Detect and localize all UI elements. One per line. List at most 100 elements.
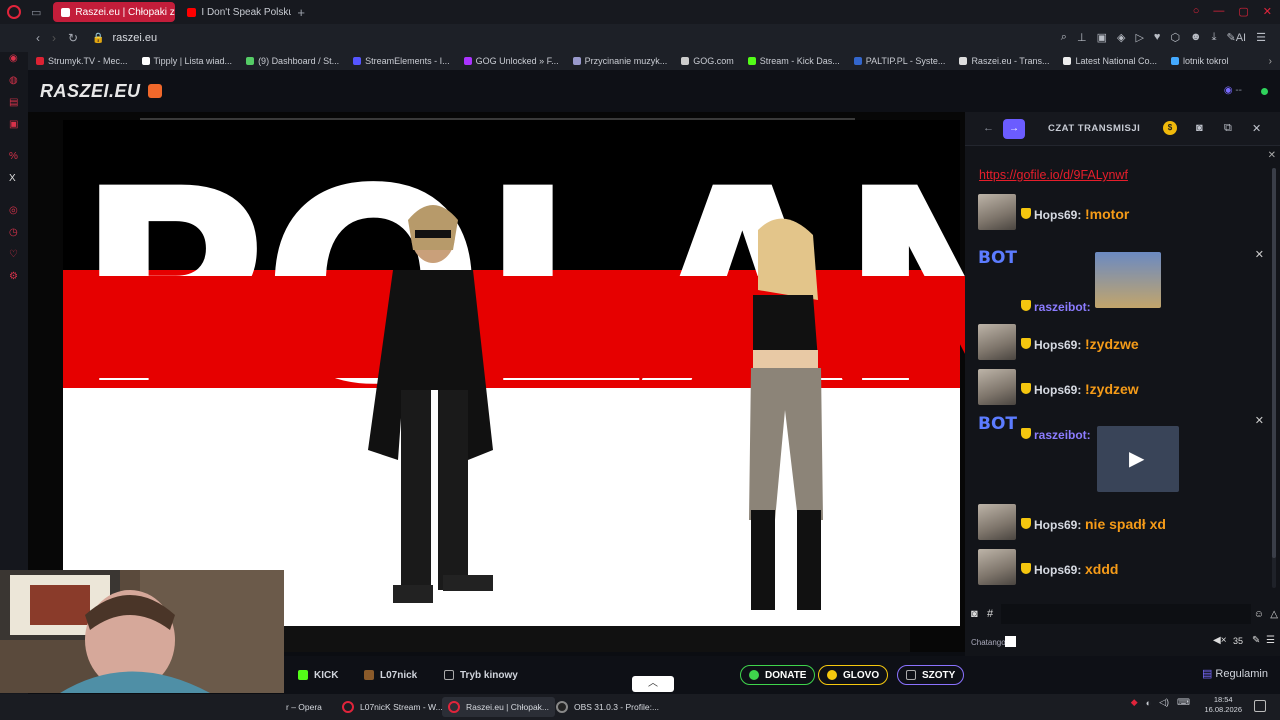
szoty-button[interactable]: SZOTY [897,665,965,685]
bookmark-icon[interactable]: ♡ [9,250,19,260]
tab-raszei[interactable]: Raszei.eu | Chłopaki z [53,2,176,22]
close-icon[interactable]: ✕ [1263,5,1272,18]
forward-icon[interactable]: › [52,31,56,45]
site-logo[interactable]: RASZEI.EU [40,81,141,102]
cinema-mode-button[interactable]: Tryb kinowy [436,665,526,685]
bookmark-item[interactable]: StreamElements - I... [353,56,450,66]
bookmark-item[interactable]: GOG Unlocked » F... [463,56,559,66]
bookmark-item[interactable]: Przycinanie muzyk... [572,56,668,66]
user-button[interactable]: L07nick [356,665,425,685]
taskbar-item-stream[interactable]: L07nicK Stream - W... [336,697,449,717]
chat-scrollbar[interactable] [1272,168,1276,588]
chat-back-icon[interactable]: ← [983,122,994,134]
ai-icon[interactable]: ✎AI [1227,31,1247,44]
chat-username[interactable]: Hops69: [1034,383,1081,397]
url-field[interactable]: raszei.eu [113,32,158,44]
search-icon[interactable]: ○ [1193,5,1200,18]
message-close-icon[interactable]: ✕ [1255,414,1264,427]
extensions-icon[interactable]: ⬡ [1170,31,1180,44]
network-icon[interactable]: ◐ [1146,698,1151,708]
bookmark-item[interactable]: Raszei.eu - Trans... [959,56,1049,66]
discord-icon[interactable]: ◙ [1196,122,1203,134]
notification-icon[interactable] [1254,700,1266,712]
bookmark-item[interactable]: (9) Dashboard / St... [246,56,339,66]
glovo-button[interactable]: GLOVO [818,665,889,685]
snapshot-icon[interactable]: ▣ [1097,31,1107,44]
tray-app-icon[interactable]: ◆ [1131,697,1138,708]
gift-icon[interactable] [148,84,162,98]
chat-input[interactable] [1001,604,1251,624]
message-close-icon[interactable]: ✕ [1255,248,1264,261]
new-tab-button[interactable]: + [297,5,305,20]
chat-username[interactable]: Hops69: [1034,518,1081,532]
messenger-icon[interactable]: ◉ [9,54,19,64]
menu-icon[interactable]: ☰ [1256,31,1266,44]
taskbar-item-raszei[interactable]: Raszei.eu | Chłopak... [442,697,555,717]
chat-username[interactable]: Hops69: [1034,563,1081,577]
play-icon[interactable]: ▷ [1135,31,1143,44]
chat-close-icon[interactable]: ✕ [1252,122,1261,135]
system-clock[interactable]: 18:54 16.08.2026 [1204,695,1242,715]
x-twitter-icon[interactable]: X [9,174,19,184]
chat-username[interactable]: raszeibot: [1034,428,1091,442]
profile-icon[interactable]: ☻ [1190,31,1202,44]
regulamin-icon: ▤ [1201,668,1213,680]
bookmark-item[interactable]: Latest National Co... [1063,56,1157,66]
keyboard-icon[interactable]: ⌨ [1177,697,1190,708]
whatsapp-icon[interactable]: ▤ [9,98,19,108]
mute-icon[interactable]: ◀× [1213,635,1227,646]
pin-icon[interactable]: ✎ [1252,635,1260,646]
chat-username[interactable]: Hops69: [1034,208,1081,222]
bookmark-item[interactable]: PALTIP.PL - Syste... [853,56,945,66]
expand-chevron-icon[interactable]: ︿ [632,676,674,692]
percent-icon[interactable]: % [9,152,19,162]
bookmark-item[interactable]: GOG.com [681,56,734,66]
reload-icon[interactable]: ↻ [68,31,78,45]
send-icon[interactable]: △ [1270,609,1278,620]
hashtag-icon[interactable]: # [987,608,993,620]
tab-youtube[interactable]: I Don't Speak Polsku - [179,2,291,22]
bookmark-item[interactable]: Strumyk.TV - Mec... [36,56,128,66]
player-icon[interactable]: ◎ [9,206,19,216]
tab-menu-icon[interactable]: ▭ [31,6,41,19]
heart-icon[interactable]: ♥ [1154,31,1161,44]
bookmark-item[interactable]: Tipply | Lista wiad... [141,56,232,66]
chat-username[interactable]: raszeibot: [1034,300,1091,314]
chat-scroll-thumb[interactable] [1272,168,1276,558]
bot-video-thumbnail[interactable]: ▶ [1097,426,1179,492]
maximize-icon[interactable]: ▢ [1238,5,1248,18]
dancer-right [749,218,823,610]
opera-logo-icon[interactable] [7,5,21,19]
donate-button[interactable]: DONATE [740,665,816,685]
menu-icon[interactable]: ☰ [1266,635,1275,646]
chat-link[interactable]: https://gofile.io/d/9FALynwf [979,168,1128,182]
bookmark-item[interactable]: lotnik tokrol [1171,56,1229,66]
bot-image-thumbnail[interactable] [1095,252,1161,308]
bookmarks-more-icon[interactable]: › [1269,56,1272,67]
chat-toggle[interactable] [1005,636,1016,647]
viewer-count-value: -- [1235,85,1242,96]
history-icon[interactable]: ◷ [9,228,19,238]
download-icon[interactable]: ⤓ [1212,31,1217,44]
chat-forward-button[interactable]: → [1003,119,1025,139]
pin-icon[interactable]: ⊥ [1077,31,1087,44]
minimize-icon[interactable]: — [1213,5,1224,18]
account-icon[interactable]: ◍ [9,76,19,86]
taskbar-item-obs[interactable]: OBS 31.0.3 - Profile:... [550,697,665,717]
emoji-icon[interactable]: ☺ [1254,609,1264,620]
coin-icon[interactable]: $ [1163,121,1177,135]
instagram-icon[interactable]: ▣ [9,120,19,130]
back-icon[interactable]: ‹ [36,31,40,45]
taskbar-item-opera[interactable]: r – Opera [280,697,328,717]
regulamin-link[interactable]: ▤ Regulamin [1202,667,1268,680]
shield-icon[interactable]: ◈ [1117,31,1125,44]
chat-username[interactable]: Hops69: [1034,338,1081,352]
kick-button[interactable]: KICK [290,665,346,685]
popout-icon[interactable]: ⧉ [1224,122,1232,135]
bookmark-item[interactable]: Stream - Kick Das... [747,56,840,66]
camera-icon[interactable]: ◙ [971,608,978,620]
settings-icon[interactable]: ⚙ [9,272,19,282]
zoom-icon[interactable]: ⌕ [1061,31,1067,44]
bookmark-label: Przycinanie muzyk... [584,56,668,66]
volume-icon[interactable]: ◁) [1159,697,1169,708]
